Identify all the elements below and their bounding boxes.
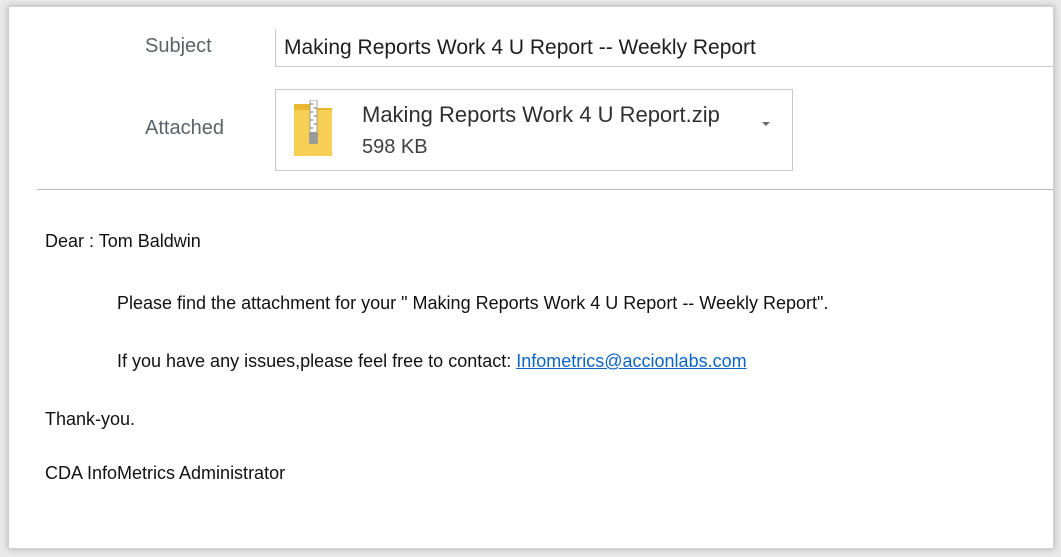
email-closing: Thank-you. [45, 409, 136, 429]
contact-email-link[interactable]: Infometrics@accionlabs.com [516, 351, 746, 371]
attachment-file-size: 598 KB [362, 136, 428, 158]
subject-field[interactable]: Making Reports Work 4 U Report -- Weekly… [275, 29, 1053, 67]
attached-label: Attached [145, 117, 224, 139]
zip-folder-icon [294, 100, 332, 156]
attachment-item[interactable]: Making Reports Work 4 U Report.zip 598 K… [275, 89, 793, 171]
email-paragraph-contact: If you have any issues,please feel free … [117, 351, 747, 372]
attachment-file-name: Making Reports Work 4 U Report.zip [362, 102, 720, 127]
email-signature: CDA InfoMetrics Administrator [45, 463, 286, 483]
email-message-window: Subject Making Reports Work 4 U Report -… [8, 6, 1054, 549]
header-divider [37, 189, 1053, 190]
contact-text: If you have any issues,please feel free … [117, 351, 517, 371]
chevron-down-icon[interactable] [758, 116, 774, 132]
email-greeting: Dear : Tom Baldwin [45, 231, 201, 251]
email-paragraph-attachment: Please find the attachment for your " Ma… [117, 293, 829, 313]
subject-label: Subject [145, 35, 212, 57]
